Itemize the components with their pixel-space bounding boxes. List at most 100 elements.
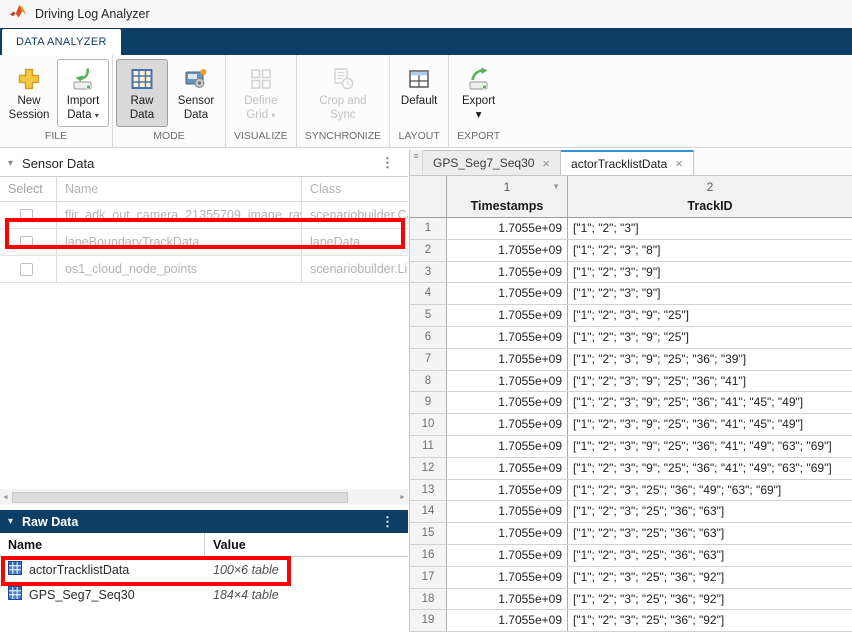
crop-and-sync-button: Crop and Sync	[300, 59, 386, 127]
trackid-cell: ["1"; "2"; "3"; "9"]	[568, 262, 852, 283]
grid-row[interactable]: 4 1.7055e+09 ["1"; "2"; "3"; "9"]	[410, 283, 852, 305]
grid-row[interactable]: 8 1.7055e+09 ["1"; "2"; "3"; "9"; "25"; …	[410, 371, 852, 393]
document-tab[interactable]: actorTracklistData ×	[561, 150, 694, 175]
sensor-table-row[interactable]: os1_cloud_node_points scenariobuilder.Li…	[0, 256, 408, 283]
timestamp-cell: 1.7055e+09	[447, 610, 568, 631]
scroll-left-icon[interactable]: ◄	[0, 494, 11, 501]
select-checkbox[interactable]	[20, 236, 33, 249]
grid-row[interactable]: 7 1.7055e+09 ["1"; "2"; "3"; "9"; "25"; …	[410, 349, 852, 371]
sensor-data-button[interactable]: Sensor Data	[170, 59, 222, 127]
grid-row[interactable]: 5 1.7055e+09 ["1"; "2"; "3"; "9"; "25"]	[410, 305, 852, 327]
row-number-cell: 9	[410, 392, 447, 413]
row-number-cell: 12	[410, 458, 447, 479]
grid-row[interactable]: 10 1.7055e+09 ["1"; "2"; "3"; "9"; "25";…	[410, 414, 852, 436]
raw-table-row[interactable]: actorTracklistData 100×6 table	[0, 557, 408, 582]
section-label-export: EXPORT	[451, 128, 506, 147]
grid-row[interactable]: 14 1.7055e+09 ["1"; "2"; "3"; "25"; "36"…	[410, 501, 852, 523]
timestamp-cell: 1.7055e+09	[447, 523, 568, 544]
close-icon[interactable]: ×	[675, 157, 683, 170]
grid-row[interactable]: 17 1.7055e+09 ["1"; "2"; "3"; "25"; "36"…	[410, 567, 852, 589]
scroll-right-icon[interactable]: ►	[397, 494, 408, 501]
sensor-table-row[interactable]: flir_adk_out_camera_21355709_image_raw s…	[0, 202, 408, 229]
grid-column-headers: 1 ▼ Timestamps 2 TrackID	[410, 176, 852, 218]
grid-row[interactable]: 2 1.7055e+09 ["1"; "2"; "3"; "8"]	[410, 240, 852, 262]
collapse-arrow-icon[interactable]: ▾	[8, 158, 13, 169]
matlab-logo-icon	[10, 4, 27, 24]
row-number-cell: 2	[410, 240, 447, 261]
default-layout-button[interactable]: Default	[393, 59, 445, 127]
toolstrip-section-layout: Default LAYOUT	[390, 55, 449, 147]
raw-panel-title: Raw Data	[22, 515, 78, 529]
column-header-value: Value	[205, 533, 408, 556]
section-label-mode: MODE	[115, 128, 223, 147]
raw-table-row[interactable]: GPS_Seg7_Seq30 184×4 table	[0, 582, 408, 607]
document-tab[interactable]: GPS_Seg7_Seq30 ×	[423, 150, 561, 175]
sensor-table-row[interactable]: laneBoundaryTrackData laneData	[0, 229, 408, 256]
select-checkbox[interactable]	[20, 209, 33, 222]
table-variable-icon	[8, 561, 22, 578]
export-button[interactable]: Export ▾	[453, 59, 505, 127]
timestamp-cell: 1.7055e+09	[447, 371, 568, 392]
raw-data-grid-icon	[130, 63, 154, 95]
timestamp-cell: 1.7055e+09	[447, 501, 568, 522]
tab-data-analyzer[interactable]: DATA ANALYZER	[2, 29, 121, 55]
timestamp-cell: 1.7055e+09	[447, 240, 568, 261]
grid-row[interactable]: 1 1.7055e+09 ["1"; "2"; "3"]	[410, 218, 852, 240]
trackid-cell: ["1"; "2"; "3"; "25"; "36"; "92"]	[568, 567, 852, 588]
row-number-cell: 18	[410, 589, 447, 610]
trackid-cell: ["1"; "2"; "3"; "9"; "25"; "36"; "41"; "…	[568, 392, 852, 413]
grid-row[interactable]: 16 1.7055e+09 ["1"; "2"; "3"; "25"; "36"…	[410, 545, 852, 567]
timestamp-cell: 1.7055e+09	[447, 480, 568, 501]
new-session-button[interactable]: New Session	[3, 59, 55, 127]
close-icon[interactable]: ×	[542, 157, 550, 170]
trackid-cell: ["1"; "2"; "3"; "25"; "36"; "49"; "63"; …	[568, 480, 852, 501]
sensor-table-header: Select Name Class	[0, 176, 408, 202]
panel-splitter-icon[interactable]: ≡	[410, 150, 423, 175]
column-header-select: Select	[0, 182, 43, 196]
toolstrip-section-visualize: Define Grid ▾ VISUALIZE	[226, 55, 297, 147]
column-header-trackid[interactable]: 2 TrackID	[568, 176, 852, 217]
collapse-arrow-icon[interactable]: ▾	[8, 516, 13, 527]
row-number-cell: 7	[410, 349, 447, 370]
ribbon-tab-bar: DATA ANALYZER	[0, 28, 852, 55]
sensor-data-table: Select Name Class flir_adk_out_camera_21…	[0, 176, 408, 283]
trackid-cell: ["1"; "2"; "3"; "25"; "36"; "92"]	[568, 610, 852, 631]
grid-row[interactable]: 12 1.7055e+09 ["1"; "2"; "3"; "9"; "25";…	[410, 458, 852, 480]
row-number-cell: 14	[410, 501, 447, 522]
trackid-cell: ["1"; "2"; "3"; "9"; "25"]	[568, 305, 852, 326]
grid-rows: 1 1.7055e+09 ["1"; "2"; "3"] 2 1.7055e+0…	[410, 218, 852, 632]
toolstrip-section-mode: Raw Data Sensor Data	[113, 55, 226, 147]
grid-row[interactable]: 13 1.7055e+09 ["1"; "2"; "3"; "25"; "36"…	[410, 480, 852, 502]
trackid-cell: ["1"; "2"; "3"; "9"; "25"; "36"; "41"; "…	[568, 436, 852, 457]
timestamp-cell: 1.7055e+09	[447, 262, 568, 283]
column-header-timestamps[interactable]: 1 ▼ Timestamps	[447, 176, 568, 217]
sensor-panel-title: Sensor Data	[22, 156, 94, 171]
grid-row[interactable]: 18 1.7055e+09 ["1"; "2"; "3"; "25"; "36"…	[410, 589, 852, 611]
grid-row[interactable]: 11 1.7055e+09 ["1"; "2"; "3"; "9"; "25";…	[410, 436, 852, 458]
trackid-cell: ["1"; "2"; "3"; "9"]	[568, 283, 852, 304]
row-number-cell: 1	[410, 218, 447, 239]
toolstrip: New Session Import Data ▾	[0, 55, 852, 148]
scrollbar-thumb[interactable]	[12, 492, 348, 503]
section-label-synchronize: SYNCHRONIZE	[299, 128, 387, 147]
grid-row[interactable]: 9 1.7055e+09 ["1"; "2"; "3"; "9"; "25"; …	[410, 392, 852, 414]
import-data-button[interactable]: Import Data ▾	[57, 59, 109, 127]
timestamp-cell: 1.7055e+09	[447, 414, 568, 435]
panel-menu-icon[interactable]: ⋮	[381, 155, 394, 171]
raw-data-button[interactable]: Raw Data	[116, 59, 168, 127]
column-header-class: Class	[302, 177, 408, 201]
select-checkbox[interactable]	[20, 263, 33, 276]
sort-arrow-icon[interactable]: ▼	[552, 176, 560, 198]
row-number-cell: 15	[410, 523, 447, 544]
document-tabs: GPS_Seg7_Seq30 × actorTracklistData ×	[423, 150, 694, 175]
grid-row[interactable]: 15 1.7055e+09 ["1"; "2"; "3"; "25"; "36"…	[410, 523, 852, 545]
layout-table-icon	[407, 63, 431, 95]
grid-row[interactable]: 3 1.7055e+09 ["1"; "2"; "3"; "9"]	[410, 262, 852, 284]
grid-row[interactable]: 6 1.7055e+09 ["1"; "2"; "3"; "9"; "25"]	[410, 327, 852, 349]
sensor-horizontal-scrollbar[interactable]: ◄ ►	[0, 489, 408, 505]
define-grid-icon	[249, 63, 273, 95]
grid-row[interactable]: 19 1.7055e+09 ["1"; "2"; "3"; "25"; "36"…	[410, 610, 852, 632]
dropdown-arrow-icon: ▾	[476, 109, 482, 123]
panel-menu-icon[interactable]: ⋮	[381, 514, 394, 530]
row-number-cell: 4	[410, 283, 447, 304]
